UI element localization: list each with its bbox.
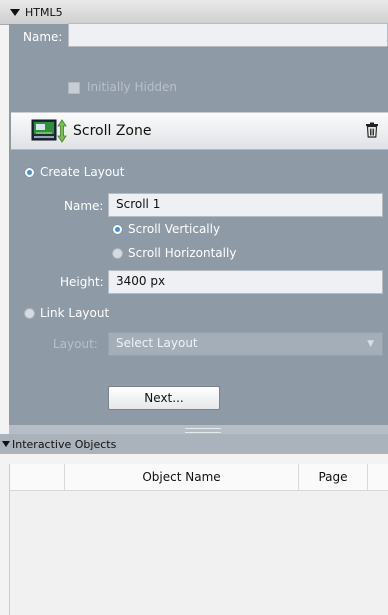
create-layout-label: Create Layout <box>40 165 125 179</box>
height-field[interactable]: 3400 px <box>108 270 383 294</box>
initially-hidden-checkbox[interactable] <box>68 82 80 94</box>
layout-select-value: Select Layout <box>116 336 198 350</box>
initially-hidden-label: Initially Hidden <box>87 80 178 94</box>
scroll-zone-icon <box>31 119 67 143</box>
interactive-objects-title: Interactive Objects <box>12 437 117 451</box>
panel-splitter[interactable] <box>9 425 388 434</box>
scroll-zone-title: Scroll Zone <box>73 123 152 139</box>
layout-label: Layout: <box>53 337 98 351</box>
name-field[interactable] <box>68 23 388 47</box>
scroll-zone-bar: Scroll Zone <box>11 112 388 150</box>
column-header-page[interactable]: Page <box>299 464 368 490</box>
dropdown-arrow-icon: ▼ <box>367 339 374 349</box>
scroll-vertical-label: Scroll Vertically <box>128 222 221 236</box>
layout-name-field[interactable]: Scroll 1 <box>108 193 383 217</box>
html5-panel: HTML5 Name: Initially Hidden Scroll Zone… <box>0 0 388 615</box>
scroll-vertical-radio[interactable] <box>112 224 123 235</box>
interactive-objects-table: Object Name Page <box>9 464 388 615</box>
link-layout-label: Link Layout <box>40 306 110 320</box>
name-label: Name: <box>23 30 63 44</box>
scroll-horizontal-label: Scroll Horizontally <box>128 246 237 260</box>
scroll-horizontal-radio[interactable] <box>112 248 123 259</box>
height-label: Height: <box>60 275 104 289</box>
layout-select[interactable]: Select Layout ▼ <box>108 332 383 356</box>
layout-name-label: Name: <box>64 199 104 213</box>
splitter-grip-icon[interactable] <box>185 428 221 433</box>
html5-header[interactable]: HTML5 <box>0 0 388 25</box>
table-header: Object Name Page <box>10 464 388 491</box>
next-button[interactable]: Next... <box>108 386 220 410</box>
collapse-triangle-icon[interactable] <box>10 8 20 16</box>
trash-icon[interactable] <box>365 122 379 138</box>
collapse-triangle-icon[interactable] <box>2 441 10 447</box>
column-header-select[interactable] <box>10 464 65 490</box>
link-layout-radio[interactable] <box>24 308 35 319</box>
interactive-objects-header[interactable]: Interactive Objects <box>0 434 388 454</box>
html5-title: HTML5 <box>25 5 63 19</box>
column-header-object-name[interactable]: Object Name <box>65 464 299 490</box>
create-layout-radio[interactable] <box>24 167 35 178</box>
